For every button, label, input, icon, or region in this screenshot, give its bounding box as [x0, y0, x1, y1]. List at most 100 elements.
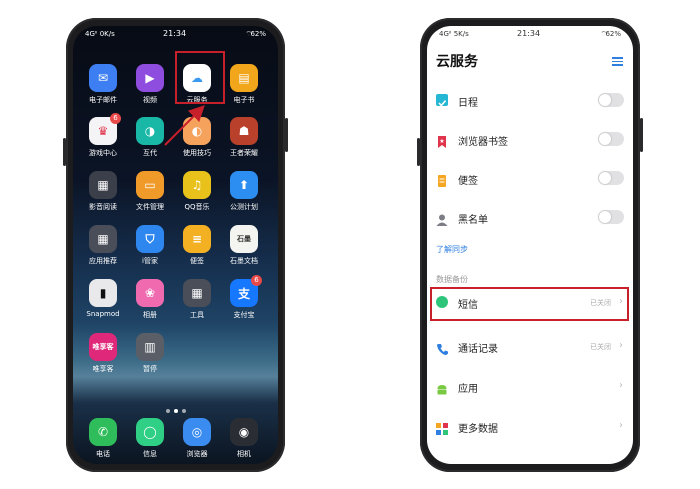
app-icon[interactable]: ▮ [89, 279, 117, 307]
app-icon[interactable]: ✉ [89, 64, 117, 92]
sync-toggle[interactable] [598, 171, 624, 185]
app-icon[interactable]: ▦ [183, 279, 211, 307]
backup-section-header: 数据备份 [436, 275, 468, 284]
dock-app-cell[interactable]: ✆ 电话 [81, 418, 125, 459]
app-icon[interactable]: ▥ [136, 333, 164, 361]
backup-row-label: 通话记录 [458, 344, 498, 355]
app-icon[interactable]: ◑ [136, 117, 164, 145]
page-dot-active[interactable] [173, 409, 178, 413]
dock-app-icon[interactable]: ◯ [136, 418, 164, 446]
network-indicator: 4Gᴵᴵ 5K/s [439, 30, 469, 38]
sync-toggle[interactable] [598, 93, 624, 107]
app-glyph: ❀ [144, 286, 156, 300]
dock-app-glyph: ✆ [97, 425, 109, 439]
app-icon-cell[interactable]: ♛ 6 游戏中心 [81, 113, 125, 158]
dock-app-cell[interactable]: ◯ 信息 [128, 418, 172, 459]
app-icon[interactable]: ⛉ [136, 225, 164, 253]
backup-row[interactable]: 应用 › [427, 372, 633, 402]
app-label: 电子邮件 [89, 96, 117, 104]
dock-app-icon[interactable]: ◎ [183, 418, 211, 446]
app-glyph: ⬆ [238, 178, 250, 192]
app-icon-cell[interactable]: ▶ 视频 [128, 64, 172, 105]
sync-row[interactable]: 便签 [427, 164, 633, 194]
app-icon[interactable]: ▤ [230, 64, 258, 92]
app-icon[interactable]: ≡ [183, 225, 211, 253]
battery-level: 62% [250, 30, 266, 38]
sync-row[interactable]: 黑名单 [427, 203, 633, 233]
app-icon-cell[interactable]: ☗ 王者荣耀 [222, 117, 266, 158]
app-label: 游戏中心 [89, 149, 117, 157]
app-icon[interactable]: 石墨 [230, 225, 258, 253]
learn-sync-link[interactable]: 了解同步 [436, 244, 468, 255]
dock-app-cell[interactable]: ◎ 浏览器 [175, 418, 219, 459]
phone-icon [436, 340, 448, 355]
notification-badge: 6 [110, 113, 121, 124]
sync-row[interactable]: 日程 [427, 86, 633, 116]
app-icon-cell[interactable]: ▮ Snapmod [81, 279, 125, 318]
app-icon-cell[interactable]: ▦ 工具 [175, 279, 219, 320]
backup-row[interactable]: 通话记录 已关闭 › [427, 332, 633, 362]
app-icon-cell[interactable]: ▤ 电子书 [222, 64, 266, 105]
app-label: 视频 [143, 96, 157, 104]
backup-row[interactable]: 更多数据 › [427, 412, 633, 442]
app-icon-cell[interactable]: ✉ 电子邮件 [81, 64, 125, 105]
app-icon-cell[interactable]: ≡ 便签 [175, 225, 219, 266]
app-glyph: ▦ [97, 232, 109, 246]
page-dot[interactable] [181, 409, 186, 413]
menu-lines-icon[interactable] [612, 57, 623, 66]
app-icon-cell[interactable]: ▦ 影音阅读 [81, 171, 125, 212]
app-label: 相册 [143, 311, 157, 319]
app-icon-cell[interactable]: ▭ 文件管理 [128, 171, 172, 212]
sync-toggle[interactable] [598, 132, 624, 146]
app-glyph: ◐ [191, 124, 203, 138]
app-icon[interactable]: 唯享客 [89, 333, 117, 361]
dock-app-icon[interactable]: ◉ [230, 418, 258, 446]
app-icon-cell[interactable]: ▦ 应用推荐 [81, 225, 125, 266]
app-icon[interactable]: ⬆ [230, 171, 258, 199]
app-icon-cell[interactable]: ▥ 暂停 [128, 333, 172, 374]
page-dot[interactable] [165, 409, 170, 413]
battery-level: 62% [605, 30, 621, 38]
app-icon[interactable]: ▭ [136, 171, 164, 199]
app-label: 工具 [190, 311, 204, 319]
dock-app-label: 信息 [143, 450, 157, 458]
app-icon[interactable]: ❀ [136, 279, 164, 307]
app-icon-cell[interactable]: 支 6 支付宝 [222, 275, 266, 320]
network-indicator: 4Gᴵᴵ 0K/s [85, 30, 115, 38]
app-icon[interactable]: ☗ [230, 117, 258, 145]
sync-row[interactable]: ★ 浏览器书签 [427, 125, 633, 155]
dock-app-cell[interactable]: ◉ 相机 [222, 418, 266, 459]
app-icon-cell[interactable]: ❀ 相册 [128, 279, 172, 320]
app-icon-cell[interactable]: ◐ 使用技巧 [175, 117, 219, 158]
backup-status: 已关闭 [590, 343, 611, 351]
app-icon-cell[interactable]: ♫ QQ音乐 [175, 171, 219, 212]
dock-app-label: 电话 [96, 450, 110, 458]
app-glyph: 支 [237, 286, 250, 301]
app-glyph: ♫ [191, 178, 203, 192]
app-icon[interactable]: ◐ [183, 117, 211, 145]
app-glyph: ▮ [99, 286, 107, 300]
app-glyph: ✉ [97, 71, 109, 85]
notes-icon [436, 172, 448, 187]
app-icon-cell[interactable]: ⬆ 公测计划 [222, 171, 266, 212]
page-title: 云服务 [436, 54, 478, 70]
app-icon[interactable]: ♫ [183, 171, 211, 199]
left-phone: 4Gᴵᴵ 0K/s 21:34 ⌔ 62% ✉ 电子邮件 ▶ 视频 ☁ 云服务 ▤ 电子书 ♛ 6… [63, 18, 288, 472]
app-icon[interactable]: ▶ [136, 64, 164, 92]
chevron-right-icon: › [619, 340, 623, 351]
app-icon[interactable]: ▦ [89, 225, 117, 253]
app-icon-cell[interactable]: 石墨 石墨文档 [222, 225, 266, 266]
app-icon[interactable]: ▦ [89, 171, 117, 199]
sync-row-label: 黑名单 [458, 215, 488, 226]
chevron-right-icon: › [619, 420, 623, 431]
app-icon-cell[interactable]: 唯享客 唯享客 [81, 333, 125, 374]
app-label: 公测计划 [230, 203, 258, 211]
app-icon[interactable]: 支6 [230, 275, 262, 307]
grid-icon [436, 420, 448, 435]
dock-app-icon[interactable]: ✆ [89, 418, 117, 446]
app-icon[interactable]: ♛ 6 [89, 113, 121, 145]
app-label: i管家 [142, 257, 158, 265]
sync-toggle[interactable] [598, 210, 624, 224]
app-icon-cell[interactable]: ◑ 互代 [128, 117, 172, 158]
app-icon-cell[interactable]: ⛉ i管家 [128, 225, 172, 266]
